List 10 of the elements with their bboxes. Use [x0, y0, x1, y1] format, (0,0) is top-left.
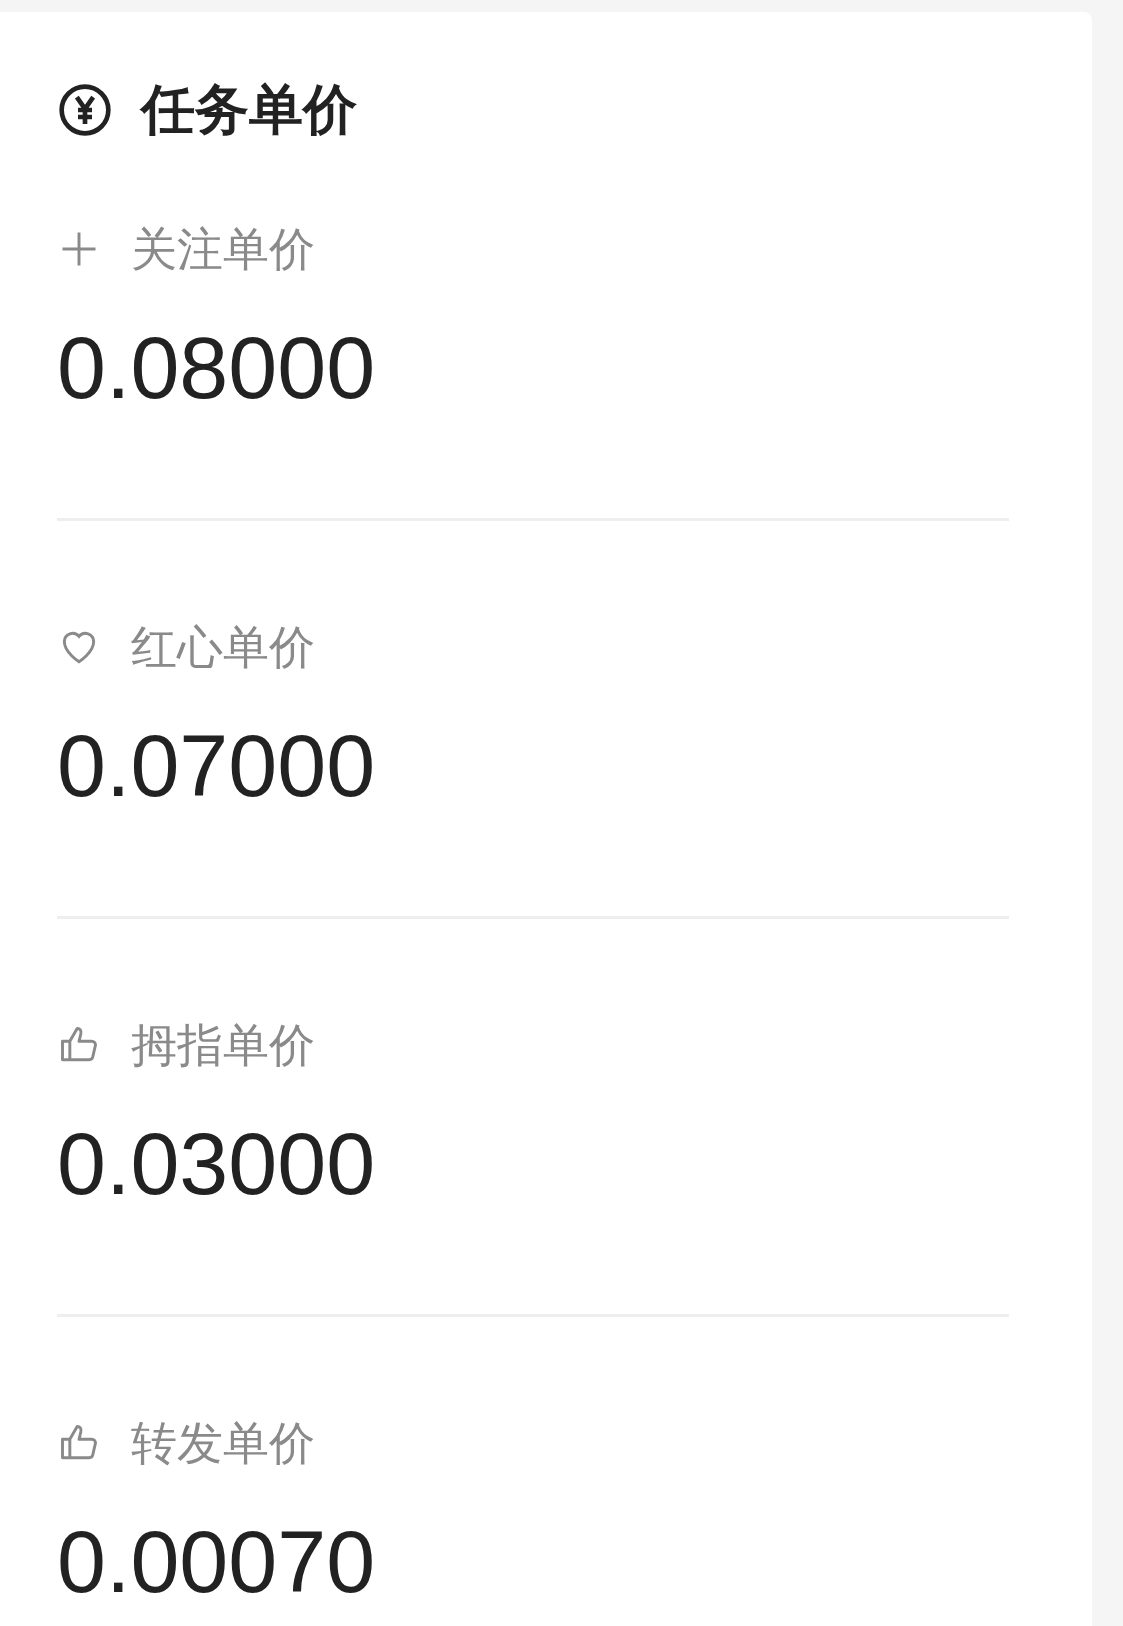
price-label: 关注单价 [131, 223, 315, 275]
price-value: 0.00070 [57, 1512, 377, 1612]
section-title: 任务单价 [141, 82, 357, 138]
price-value: 0.07000 [57, 716, 377, 816]
price-label: 红心单价 [131, 621, 315, 673]
price-label: 转发单价 [131, 1417, 315, 1469]
price-value: 0.08000 [57, 318, 377, 418]
price-label: 拇指单价 [131, 1019, 315, 1071]
yen-icon [57, 82, 113, 138]
price-value: 0.03000 [57, 1114, 377, 1214]
